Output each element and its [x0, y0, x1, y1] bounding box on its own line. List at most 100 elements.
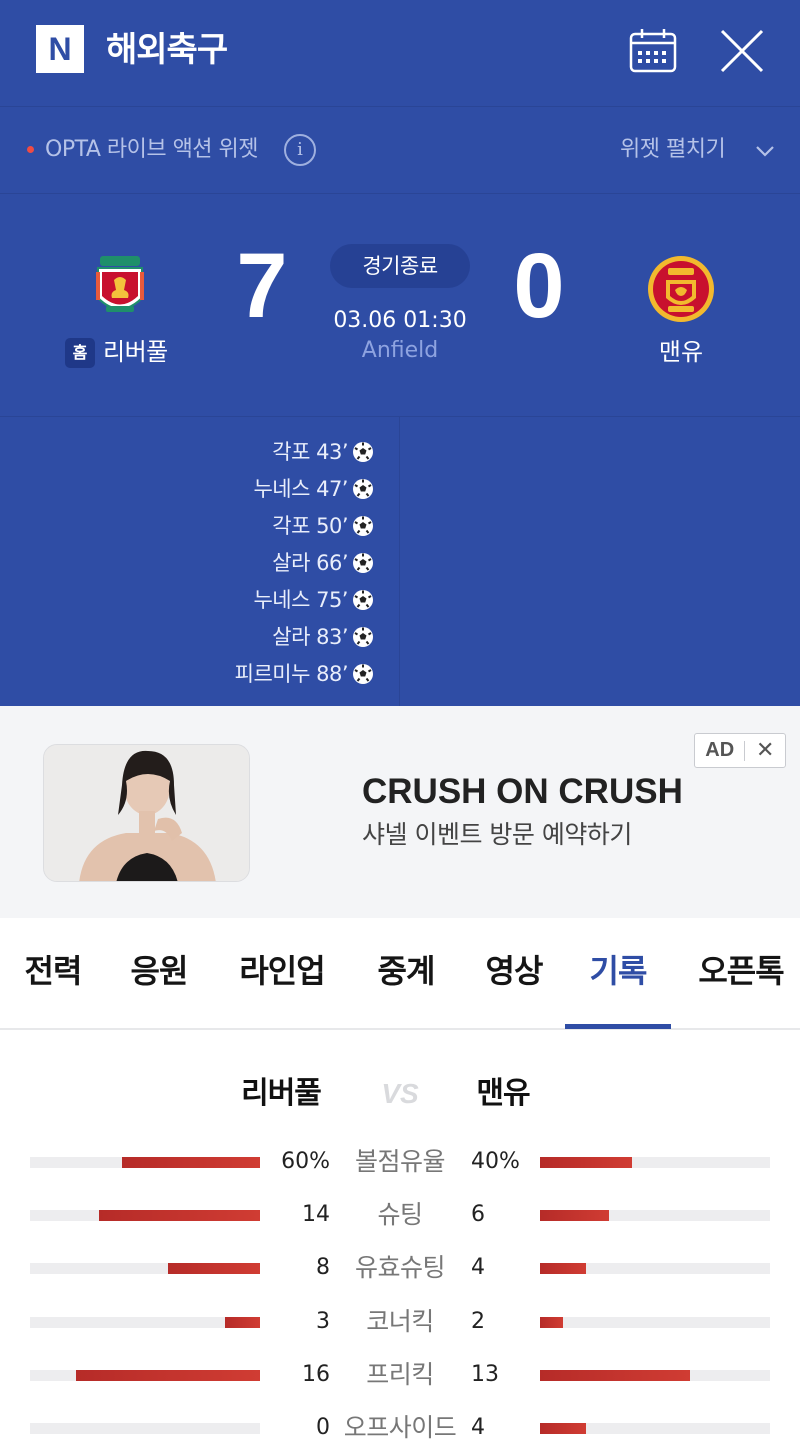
- stat-label: 유효슈팅: [354, 1253, 446, 1282]
- ad-title[interactable]: CRUSH ON CRUSH: [362, 770, 683, 814]
- away-score: 0: [513, 235, 565, 337]
- soccer-ball-icon: [353, 627, 373, 647]
- home-stat-bar-fill: [168, 1263, 260, 1274]
- scorer-row: 살라 66’: [150, 545, 374, 581]
- tab-cheer[interactable]: 응원: [120, 944, 198, 998]
- home-stat-value: 16: [302, 1362, 330, 1387]
- scorer-text: 살라 66’: [272, 551, 348, 575]
- page-title[interactable]: 해외축구: [106, 25, 228, 75]
- away-stat-value: 2: [471, 1309, 485, 1334]
- away-stat-value: 4: [471, 1255, 485, 1280]
- calendar-button[interactable]: [628, 26, 678, 74]
- stat-row: 8 유효슈팅 4: [0, 1246, 800, 1290]
- away-stat-bar-fill: [540, 1157, 632, 1168]
- active-tab-indicator: [565, 1024, 671, 1029]
- match-datetime: 03.06 01:30: [333, 308, 467, 333]
- ad-label[interactable]: AD: [695, 739, 744, 762]
- away-stat-value: 40%: [471, 1149, 520, 1174]
- stats-away-team: 맨유: [476, 1076, 530, 1111]
- close-button[interactable]: [718, 27, 766, 75]
- scorer-text: 살라 83’: [272, 625, 348, 649]
- away-stat-bar-fill: [540, 1263, 586, 1274]
- tab-broadcast[interactable]: 중계: [366, 944, 446, 998]
- soccer-ball-icon: [353, 442, 373, 462]
- soccer-ball-icon: [353, 479, 373, 499]
- opta-widget-label: OPTA 라이브 액션 위젯: [45, 137, 259, 162]
- away-stat-bar: [540, 1423, 770, 1434]
- manutd-crest-icon[interactable]: [646, 254, 716, 324]
- stat-row: 60% 볼점유율 40%: [0, 1140, 800, 1184]
- away-stat-bar: [540, 1210, 770, 1221]
- naver-logo[interactable]: N: [36, 25, 84, 73]
- away-team-name[interactable]: 맨유: [640, 334, 722, 370]
- scorer-row: 각포 43’: [150, 434, 374, 470]
- stats-home-team: 리버풀: [241, 1076, 322, 1111]
- soccer-ball-icon: [353, 553, 373, 573]
- match-venue: Anfield: [361, 338, 439, 363]
- tab-open-talk[interactable]: 오픈톡: [686, 944, 796, 998]
- stat-row: 14 슈팅 6: [0, 1193, 800, 1237]
- home-team-name[interactable]: 리버풀: [103, 334, 168, 370]
- away-stat-bar-fill: [540, 1210, 609, 1221]
- scorer-row: 누네스 47’: [150, 471, 374, 507]
- away-stat-bar-fill: [540, 1370, 690, 1381]
- ad-close-icon[interactable]: ✕: [745, 738, 785, 763]
- scorer-text: 피르미누 88’: [234, 662, 349, 686]
- home-stat-bar: [30, 1370, 260, 1381]
- tab-lineup[interactable]: 라인업: [226, 944, 338, 998]
- home-stat-bar-fill: [76, 1370, 260, 1381]
- scorer-row: 누네스 75’: [150, 582, 374, 618]
- home-stat-bar: [30, 1210, 260, 1221]
- home-stat-value: 8: [316, 1255, 330, 1280]
- stat-row: 16 프리킥 13: [0, 1353, 800, 1397]
- away-stat-bar-fill: [540, 1317, 563, 1328]
- home-stat-bar-fill: [99, 1210, 260, 1221]
- away-stat-value: 4: [471, 1415, 485, 1440]
- liverpool-crest-icon[interactable]: [92, 250, 148, 324]
- stat-row: 0 오프사이드 4: [0, 1406, 800, 1447]
- match-status-badge: 경기종료: [330, 244, 470, 288]
- home-stat-value: 3: [316, 1309, 330, 1334]
- away-stat-bar: [540, 1157, 770, 1168]
- scorer-text: 각포 43’: [272, 440, 348, 464]
- goal-scorers-panel: [0, 416, 800, 706]
- home-score: 7: [236, 235, 288, 337]
- info-icon[interactable]: i: [284, 134, 316, 166]
- home-badge: 홈: [65, 338, 95, 368]
- tab-lineup-strength[interactable]: 전력: [14, 944, 92, 998]
- scorer-text: 누네스 75’: [253, 588, 348, 612]
- home-stat-value: 0: [316, 1415, 330, 1440]
- stats-vs-label: VS: [381, 1078, 419, 1109]
- soccer-ball-icon: [353, 590, 373, 610]
- chevron-down-icon[interactable]: [754, 140, 776, 162]
- away-stat-bar: [540, 1263, 770, 1274]
- stat-label: 슈팅: [377, 1200, 423, 1229]
- home-stat-bar-fill: [225, 1317, 260, 1328]
- stat-label: 프리킥: [366, 1360, 434, 1389]
- scorer-row: 피르미누 88’: [150, 656, 374, 692]
- ad-subtitle[interactable]: 샤넬 이벤트 방문 예약하기: [362, 816, 632, 854]
- stat-label: 오프사이드: [343, 1413, 457, 1442]
- home-stat-bar: [30, 1317, 260, 1328]
- ad-image[interactable]: [43, 744, 250, 882]
- tab-records[interactable]: 기록: [578, 944, 658, 998]
- scorer-row: 살라 83’: [150, 619, 374, 655]
- scorers-divider: [399, 417, 400, 706]
- soccer-ball-icon: [353, 664, 373, 684]
- away-stat-value: 6: [471, 1202, 485, 1227]
- scorer-text: 각포 50’: [272, 514, 348, 538]
- home-stat-value: 14: [302, 1202, 330, 1227]
- home-stat-bar: [30, 1157, 260, 1168]
- scorer-text: 누네스 47’: [253, 477, 348, 501]
- stat-label: 코너킥: [366, 1307, 434, 1336]
- scorer-row: 각포 50’: [150, 508, 374, 544]
- stat-row: 3 코너킥 2: [0, 1300, 800, 1344]
- widget-expand-button[interactable]: 위젯 펼치기: [620, 133, 726, 167]
- away-stat-bar-fill: [540, 1423, 586, 1434]
- calendar-icon: [629, 29, 677, 73]
- home-stat-bar-fill: [122, 1157, 260, 1168]
- close-icon: [720, 29, 764, 73]
- live-dot-icon: [27, 146, 34, 153]
- tab-video[interactable]: 영상: [474, 944, 554, 998]
- home-stat-bar: [30, 1263, 260, 1274]
